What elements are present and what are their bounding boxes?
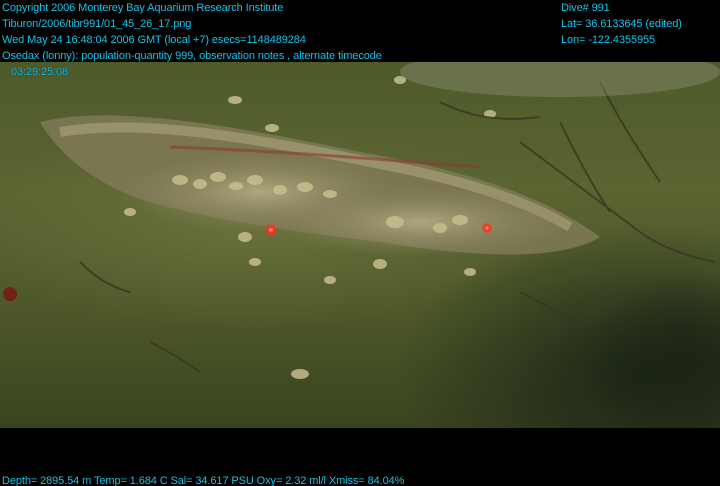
position-overlay: Dive# 991 Lat= 36.6133645 (edited) Lon= … (561, 0, 682, 48)
timestamp-line: Wed May 24 16:48:04 2006 GMT (local +7) … (2, 34, 306, 46)
seafloor-scene (0, 62, 720, 428)
timecode-line: 03:29:25:08 (11, 66, 69, 78)
annotation-line: Osedax (lonny): population-quantity 999,… (2, 50, 382, 62)
latitude: Lat= 36.6133645 (edited) (561, 18, 682, 30)
bacterial-mat (400, 62, 720, 97)
laser-dot-right (481, 222, 493, 234)
video-frame: Copyright 2006 Monterey Bay Aquarium Res… (0, 0, 720, 486)
longitude: Lon= -122.4355955 (561, 34, 656, 46)
sensor-readout: Depth= 2895.54 m Temp= 1.684 C Sal= 34.6… (2, 475, 405, 486)
red-spot (3, 287, 17, 301)
seafloor-illustration (3, 62, 720, 428)
sensor-overlay: Depth= 2895.54 m Temp= 1.684 C Sal= 34.6… (2, 473, 404, 486)
whale-bone (40, 115, 600, 257)
copyright-line: Copyright 2006 Monterey Bay Aquarium Res… (2, 2, 284, 14)
laser-dot-left (264, 223, 278, 237)
dive-number: Dive# 991 (561, 2, 610, 14)
file-path-line: Tiburon/2006/tibr991/01_45_26_17.png (2, 18, 192, 30)
header-overlay: Copyright 2006 Monterey Bay Aquarium Res… (2, 0, 382, 80)
shadow-region (580, 272, 720, 428)
